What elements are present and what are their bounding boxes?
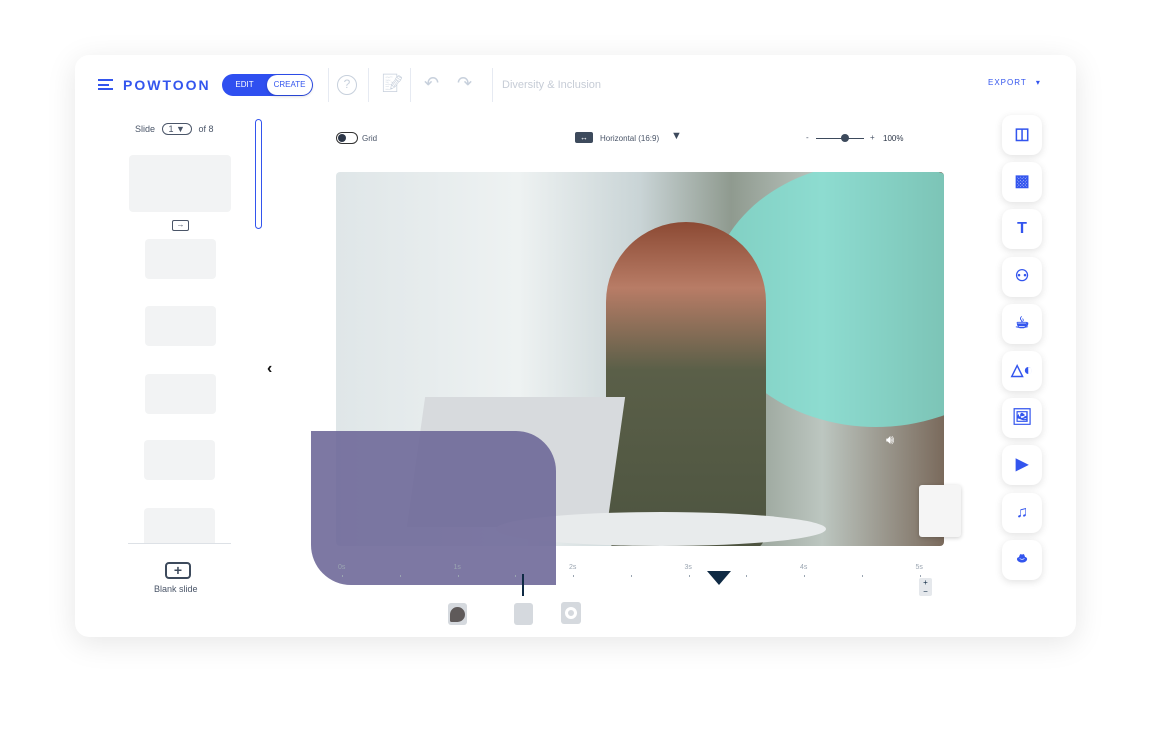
divider	[368, 68, 369, 102]
shapes-tool-button[interactable]: △◐	[1002, 351, 1042, 391]
project-title[interactable]: Diversity & Inclusion	[502, 79, 601, 91]
background-tool-button[interactable]: ▩	[1002, 162, 1042, 203]
zoom-out-button[interactable]: -	[806, 133, 809, 142]
characters-tool-button[interactable]: ⚇	[1002, 256, 1042, 297]
timeline-tick	[630, 575, 632, 577]
timeline-tick	[457, 575, 459, 577]
powtoon-logo: POWTOON	[123, 77, 211, 93]
timeline-tick-label: 4s	[800, 564, 808, 571]
timeline-tick	[804, 575, 805, 577]
music-icon: ♫	[1016, 503, 1028, 521]
layout-tool-button[interactable]: ◫	[1002, 115, 1042, 155]
create-mode-button[interactable]: CREATE	[267, 75, 312, 95]
video-icon: ▶	[1015, 456, 1029, 474]
timeline-tick-label: 2s	[569, 564, 577, 571]
characters-icon: ⚇	[1014, 267, 1030, 285]
blank-slide-icon[interactable]: +	[165, 562, 191, 579]
timeline-tick	[919, 575, 921, 577]
chevron-down-icon: ▾	[1035, 78, 1041, 87]
timeline-tick-label: 5s	[915, 564, 923, 571]
redo-icon[interactable]: ↷	[457, 73, 472, 94]
slides-scrollbar[interactable]	[255, 119, 262, 229]
slide-thumbnail[interactable]	[144, 508, 215, 544]
orientation-icon: ↔	[575, 132, 593, 143]
purple-shape[interactable]	[311, 431, 556, 585]
timeline-marker[interactable]	[707, 571, 731, 585]
of-label: of	[198, 124, 206, 134]
photo-woman	[606, 222, 766, 546]
magic-tool-button[interactable]: 🎩︎	[1002, 539, 1042, 580]
slide-selector: Slide 1 ▼ of 8	[135, 123, 214, 135]
mode-toggle[interactable]: EDIT CREATE	[222, 74, 313, 96]
export-button[interactable]: EXPORT ▾	[988, 78, 1041, 87]
music-tool-button[interactable]: ♫	[1002, 492, 1042, 533]
collapse-panel-icon[interactable]: ‹	[267, 360, 272, 378]
magic-icon: 🎩︎	[1017, 550, 1027, 568]
timeline-zoom-buttons[interactable]: + −	[919, 578, 932, 596]
slide-total: 8	[208, 124, 214, 134]
timeline-tick	[573, 575, 574, 577]
exit-animation-icon[interactable]	[561, 602, 581, 624]
help-icon[interactable]: ?	[337, 75, 357, 95]
zoom-value: 100%	[883, 134, 904, 143]
layout-icon: ◫	[1014, 126, 1030, 143]
element-animation-icon[interactable]	[514, 603, 533, 625]
slide-thumbnail[interactable]	[145, 239, 216, 279]
grid-toggle[interactable]	[336, 132, 358, 144]
menu-icon[interactable]	[98, 79, 113, 90]
notes-icon[interactable]: 📝︎	[381, 73, 404, 94]
zoom-slider[interactable]	[816, 138, 864, 139]
slide-label: Slide	[135, 124, 156, 134]
slide-thumbnail[interactable]	[144, 440, 215, 480]
zoom-in-button[interactable]: +	[870, 133, 875, 142]
enter-animation-icon[interactable]	[448, 603, 467, 625]
images-tool-button[interactable]: 🖼︎	[1002, 398, 1042, 439]
timeline-tick-label: 1s	[453, 564, 461, 571]
slide-number-dropdown[interactable]: 1 ▼	[161, 123, 192, 135]
divider	[128, 543, 231, 544]
slide-thumbnail[interactable]	[145, 306, 216, 346]
timeline-tick	[515, 575, 517, 577]
slide-thumbnail[interactable]	[145, 374, 216, 414]
shapes-icon: △◐	[1011, 362, 1033, 379]
slide-current: 1	[168, 124, 174, 134]
timeline-playhead[interactable]	[522, 574, 524, 596]
timeline-tick-label: 3s	[684, 564, 692, 571]
divider	[492, 68, 493, 102]
video-tool-button[interactable]: ▶	[1002, 445, 1042, 486]
grid-label: Grid	[362, 134, 378, 143]
divider	[328, 68, 329, 102]
timeline-tick	[342, 575, 343, 577]
chevron-down-icon[interactable]: ▼	[671, 130, 682, 142]
divider	[410, 68, 411, 102]
timeline-tick	[688, 575, 690, 577]
timeline-tick	[746, 575, 748, 577]
blank-slide-label[interactable]: Blank slide	[154, 584, 198, 594]
slide-transition-icon[interactable]: →	[172, 220, 189, 231]
background-icon: ▩	[1014, 173, 1030, 191]
canvas-widget[interactable]	[919, 485, 961, 537]
props-icon: ☕︎	[1014, 314, 1030, 332]
timeline-tick	[399, 575, 401, 577]
undo-icon[interactable]: ↶	[424, 73, 439, 94]
props-tool-button[interactable]: ☕︎	[1002, 303, 1042, 344]
edit-mode-button[interactable]: EDIT	[222, 74, 267, 96]
timeline-tick-label: 0s	[338, 564, 346, 571]
images-icon: 🖼︎	[1011, 409, 1033, 427]
orientation-select[interactable]: Horizontal (16:9)	[600, 134, 659, 143]
zoom-slider-handle[interactable]	[840, 134, 849, 142]
export-label: EXPORT	[988, 78, 1027, 87]
text-tool-button[interactable]: T	[1002, 209, 1042, 250]
text-icon: T	[1017, 220, 1027, 238]
timeline-tick	[861, 575, 863, 577]
volume-icon[interactable]: 🔊︎	[886, 432, 894, 448]
slide-thumbnail[interactable]	[129, 155, 231, 212]
